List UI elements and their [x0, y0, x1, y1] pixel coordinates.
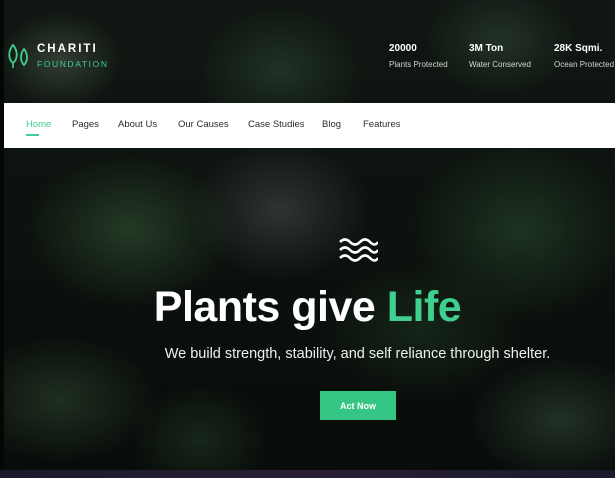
hero-title-accent: Life	[386, 283, 462, 331]
act-now-button[interactable]: Act Now	[320, 391, 396, 420]
main-navigation: Home Pages About Us Our Causes Case Stud…	[4, 103, 615, 148]
hero-title-main: Plants give	[153, 283, 387, 331]
impact-stats: 20000 Plants Protected 3M Ton Water Cons…	[0, 43, 615, 73]
stat-value: 28K Sqmi.	[554, 43, 603, 54]
stat-ocean: 28K Sqmi. Ocean Protected	[554, 43, 614, 69]
nav-item-pages[interactable]: Pages	[72, 119, 99, 130]
stat-water: 3M Ton Water Conserved	[469, 43, 531, 69]
stat-value: 3M Ton	[469, 43, 504, 54]
nav-item-blog[interactable]: Blog	[322, 119, 341, 130]
nav-active-indicator	[26, 134, 39, 136]
nav-item-features[interactable]: Features	[363, 119, 401, 130]
waves-icon	[339, 238, 378, 262]
stat-label: Water Conserved	[469, 60, 531, 69]
hero-subtitle: We build strength, stability, and self r…	[164, 346, 551, 362]
nav-item-our-causes[interactable]: Our Causes	[178, 119, 229, 130]
stat-plants: 20000 Plants Protected	[389, 43, 448, 69]
bottom-strip	[0, 470, 615, 478]
hero-title: Plants give Life	[0, 283, 615, 332]
nav-item-case-studies[interactable]: Case Studies	[248, 119, 305, 130]
stat-label: Plants Protected	[389, 60, 448, 69]
nav-item-about-us[interactable]: About Us	[118, 119, 157, 130]
stat-value: 20000	[389, 43, 417, 54]
stat-label: Ocean Protected	[554, 60, 615, 69]
nav-item-home[interactable]: Home	[26, 119, 51, 130]
